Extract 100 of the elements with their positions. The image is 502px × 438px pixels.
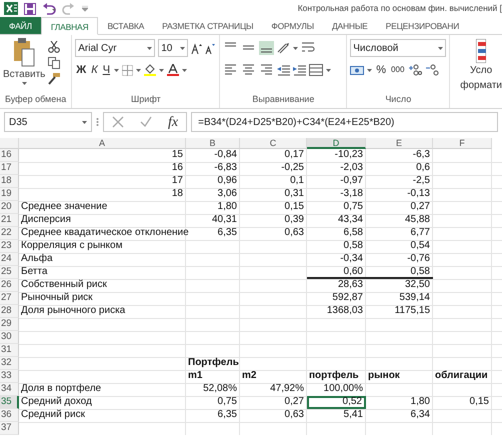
caret-icon[interactable] (326, 68, 332, 72)
column-header[interactable]: E (366, 138, 433, 149)
paste-icon[interactable] (12, 37, 36, 67)
decrease-indent-icon[interactable] (277, 64, 290, 76)
row-header[interactable]: 16 (0, 149, 19, 162)
thousands-button[interactable]: 000 (390, 66, 406, 74)
caret-icon[interactable] (180, 46, 186, 50)
caret-icon[interactable] (82, 120, 87, 124)
caret-icon[interactable] (438, 46, 444, 50)
row-header[interactable]: 32 (0, 357, 19, 370)
caret-icon[interactable] (182, 68, 188, 72)
paintbrush-icon[interactable] (48, 73, 60, 85)
align-center-icon[interactable] (241, 63, 256, 77)
row-header[interactable]: 24 (0, 253, 19, 266)
align-bottom-icon[interactable] (259, 41, 274, 55)
row-header[interactable]: 33 (0, 370, 19, 383)
table-cell-text: 6,34 (410, 409, 431, 422)
font-color-icon[interactable] (167, 64, 180, 76)
table-cell: 0,52 (307, 396, 366, 409)
column-header[interactable]: C (240, 138, 307, 149)
row-header[interactable]: 26 (0, 279, 19, 292)
caret-icon[interactable] (159, 68, 164, 72)
row-header[interactable]: 20 (0, 201, 19, 214)
caret-icon[interactable] (114, 68, 120, 72)
shrink-font-icon[interactable] (205, 42, 216, 54)
increase-decimal-icon[interactable] (408, 64, 422, 76)
ribbon-tab[interactable]: ДАННЫЕ (322, 17, 377, 34)
font-name-combo[interactable]: Arial Cyr (75, 39, 156, 57)
caret-icon[interactable] (136, 68, 142, 72)
conditional-format-icon[interactable] (476, 39, 486, 63)
orientation-icon[interactable] (277, 42, 290, 54)
percent-button[interactable]: % (375, 64, 388, 76)
align-right-icon[interactable] (259, 63, 274, 77)
table-cell-text: Рыночный риск (20, 292, 94, 305)
row-header[interactable]: 29 (0, 318, 19, 331)
row-header[interactable]: 35 (0, 396, 19, 409)
bold-button[interactable]: Ж (75, 64, 88, 76)
caret-icon[interactable] (22, 82, 27, 85)
insert-function-button[interactable]: fx (168, 112, 178, 132)
row-header[interactable]: 37 (0, 422, 19, 435)
formula-field[interactable]: =B34*(D24+D25*B20)+C34*(E24+E25*B20) (191, 112, 498, 132)
file-tab[interactable]: ФАЙЛ (0, 17, 41, 34)
row-header[interactable]: 28 (0, 305, 19, 318)
table-cell-text: Средний доход (20, 396, 93, 409)
fill-color-icon[interactable] (144, 64, 156, 76)
copy-icon[interactable] (48, 57, 60, 69)
underline-button[interactable]: Ч (102, 64, 112, 76)
table-cell-text: -2,03 (339, 162, 364, 175)
row-header[interactable]: 27 (0, 292, 19, 305)
conditional-format-label[interactable]: Усло (470, 63, 492, 78)
ribbon-tab[interactable]: РЕЦЕНЗИРОВАНИ (376, 17, 468, 34)
italic-button[interactable]: К (90, 64, 99, 76)
row-header[interactable]: 19 (0, 188, 19, 201)
row-header[interactable]: 31 (0, 344, 19, 357)
merge-cells-icon[interactable] (309, 64, 324, 76)
caret-icon[interactable] (367, 68, 372, 72)
font-size-combo[interactable]: 10 (158, 39, 188, 57)
row-header[interactable]: 36 (0, 409, 19, 422)
caret-icon[interactable] (147, 46, 152, 50)
table-cell-text: 0,27 (284, 396, 305, 409)
ribbon-tab[interactable]: ВСТАВКА (98, 17, 154, 34)
currency-icon[interactable] (350, 64, 364, 76)
borders-icon[interactable] (122, 64, 134, 76)
undo-icon[interactable] (42, 2, 56, 14)
paste-button[interactable]: Вставить (3, 67, 46, 82)
table-cell-text: 0,58 (342, 240, 364, 253)
group-label: Число (384, 92, 412, 106)
row-header[interactable]: 25 (0, 266, 19, 279)
ribbon-tab[interactable]: РАЗМЕТКА СТРАНИЦЫ (153, 17, 262, 34)
save-icon[interactable] (24, 2, 36, 14)
table-cell-text: 6,35 (216, 227, 238, 240)
scissors-icon[interactable] (48, 41, 60, 53)
ribbon-tab[interactable]: ФОРМУЛЫ (262, 17, 323, 34)
increase-indent-icon[interactable] (293, 64, 306, 76)
row-header[interactable]: 30 (0, 331, 19, 344)
align-left-icon[interactable] (223, 63, 238, 77)
row-header[interactable]: 22 (0, 227, 19, 240)
row-header[interactable]: 34 (0, 383, 19, 396)
row-header[interactable]: 17 (0, 162, 19, 175)
column-header[interactable]: B (186, 138, 240, 149)
number-format-combo[interactable]: Числовой (350, 39, 446, 57)
table-cell-text: портфель (308, 370, 360, 383)
wrap-text-icon[interactable] (301, 42, 316, 54)
table-cell-text: 47,92% (269, 383, 305, 396)
column-header[interactable]: D (307, 138, 366, 149)
group-label: Буфер обмена (4, 92, 68, 106)
column-header[interactable]: A (19, 138, 186, 149)
column-header[interactable]: F (433, 138, 492, 149)
customize-caret-icon[interactable] (82, 6, 88, 12)
row-header[interactable]: 21 (0, 214, 19, 227)
conditional-format-label[interactable]: формати (460, 78, 502, 93)
grow-font-icon[interactable] (191, 42, 202, 54)
decrease-decimal-icon[interactable] (425, 64, 440, 76)
table-cell-text: 43,34 (336, 214, 364, 227)
caret-icon[interactable] (293, 46, 298, 50)
row-header[interactable]: 23 (0, 240, 19, 253)
name-box[interactable]: D35 (4, 112, 92, 132)
ribbon-tab[interactable]: ГЛАВНАЯ (40, 17, 98, 35)
row-header[interactable]: 18 (0, 175, 19, 188)
table-cell-text: Альфа (20, 253, 54, 266)
